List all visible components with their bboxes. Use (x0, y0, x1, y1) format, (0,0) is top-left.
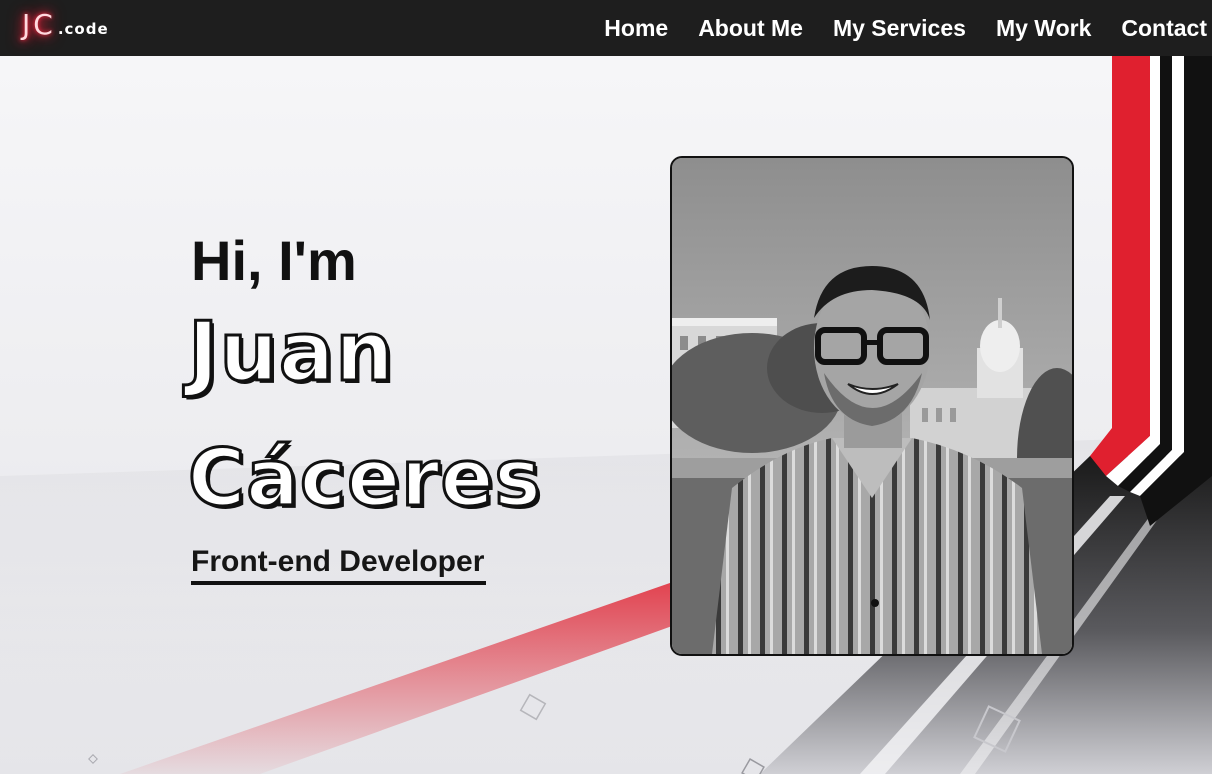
hero-last-name: Cáceres (187, 434, 543, 524)
profile-photo (670, 156, 1074, 656)
hero-first-name: Juan (187, 305, 396, 400)
hero-greeting: Hi, I'm (191, 229, 357, 292)
nav-link-my-services[interactable]: My Services (833, 15, 966, 42)
site-logo[interactable]: JC .code (22, 8, 109, 48)
profile-photo-icon (672, 158, 1072, 654)
logo-initials: JC (22, 8, 56, 41)
nav-link-about-me[interactable]: About Me (698, 15, 803, 42)
hero-role: Front-end Developer (191, 545, 486, 585)
logo-suffix: .code (57, 20, 109, 38)
nav-link-contact[interactable]: Contact (1121, 15, 1207, 42)
navbar: JC .code Home About Me My Services My Wo… (0, 0, 1212, 56)
nav-link-my-work[interactable]: My Work (996, 15, 1091, 42)
main-nav: Home About Me My Services My Work Contac… (604, 0, 1207, 56)
nav-link-home[interactable]: Home (604, 15, 668, 42)
